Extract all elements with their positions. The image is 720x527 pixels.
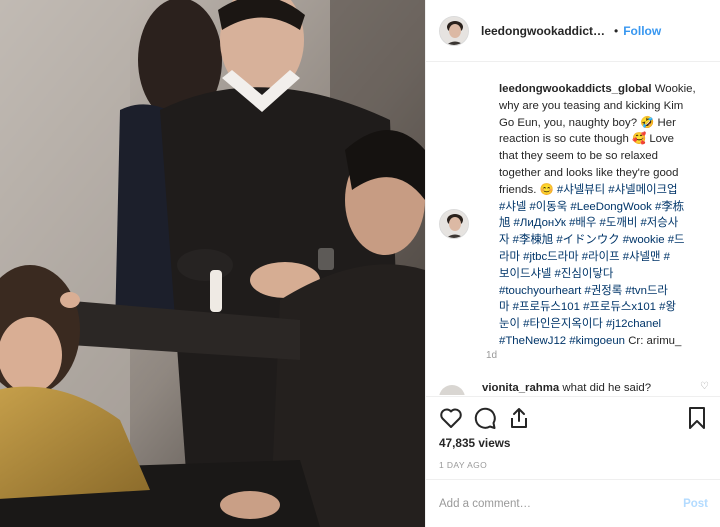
heart-icon[interactable] — [438, 405, 464, 431]
caption-line: reaction is so cute though 🥰 Love — [499, 133, 675, 146]
commenter-username[interactable]: vionita_rahma — [482, 382, 559, 394]
hashtag-line[interactable]: 마 #프로듀스101 #프로듀스x101 #왕 — [499, 301, 676, 313]
hashtag-line[interactable]: #샤넬뷰티 #샤넬메이크업 — [557, 184, 678, 196]
comment-like-icon[interactable]: ♡ — [700, 381, 709, 392]
caption-avatar[interactable] — [439, 209, 469, 239]
follow-button[interactable]: Follow — [623, 24, 661, 38]
hashtag-line[interactable]: 旭 #ЛиДонУк #배우 #도깨비 #저승사 — [499, 217, 678, 229]
post-video[interactable] — [0, 0, 425, 527]
post-side-panel: leedongwookaddicts_glob • Follow leedong… — [425, 0, 720, 527]
comment-item: vionita_rahma what did he said? ♡ — [439, 381, 709, 395]
caption-comment: leedongwookaddicts_global Wookie, why ar… — [439, 81, 709, 350]
comment-body: what did he said? — [562, 382, 652, 394]
caption-credit: Cr: arimu_ — [628, 334, 682, 347]
caption-line: Wookie, — [654, 83, 696, 95]
hashtag-line[interactable]: #TheNewJ12 #kimgoeun — [499, 335, 625, 347]
action-bar — [426, 396, 720, 436]
bookmark-icon[interactable] — [684, 405, 710, 431]
separator-dot: • — [614, 23, 619, 38]
hashtag-line[interactable]: 눈이 #타인은지옥이다 #j12chanel — [499, 318, 661, 330]
post-comment-button[interactable]: Post — [683, 498, 708, 510]
hashtag-line[interactable]: #샤넬 #이동욱 #LeeDongWook #李栋 — [499, 201, 684, 213]
video-frame — [0, 0, 425, 527]
instagram-post-view: leedongwookaddicts_glob • Follow leedong… — [0, 0, 720, 527]
caption-line: Go Eun, you, naughty boy? 🤣 Her — [499, 116, 676, 129]
post-date[interactable]: 1 DAY AGO — [439, 460, 487, 470]
commenter-avatar[interactable] — [439, 385, 465, 395]
comment-input[interactable] — [439, 497, 684, 510]
comment-icon[interactable] — [472, 405, 498, 431]
share-icon[interactable] — [506, 405, 532, 431]
view-count[interactable]: 47,835 views — [439, 436, 511, 450]
hashtag-line[interactable]: 보이드샤넬 #진심이닿다 — [499, 268, 613, 280]
hashtag-line[interactable]: 라마 #jtbc드라마 #라이프 #샤넬맨 # — [499, 251, 670, 263]
hashtag-line[interactable]: #touchyourheart #권정록 #tvn드라 — [499, 285, 668, 297]
caption-text: leedongwookaddicts_global Wookie, why ar… — [499, 81, 709, 350]
hashtag-line[interactable]: 자 #李棟旭 #イドンウク #wookie #드 — [499, 234, 685, 246]
caption-line: together and looks like they're good — [499, 166, 679, 179]
add-comment-bar: Post — [426, 479, 720, 527]
caption-timestamp[interactable]: 1d — [486, 350, 497, 361]
author-username[interactable]: leedongwookaddicts_glob — [481, 24, 609, 38]
comments-list[interactable]: leedongwookaddicts_global Wookie, why ar… — [426, 63, 720, 395]
author-avatar[interactable] — [439, 15, 469, 46]
post-header: leedongwookaddicts_glob • Follow — [426, 0, 720, 62]
caption-line: that they seem to be so relaxed — [499, 150, 658, 163]
caption-line: why are you teasing and kicking Kim — [499, 99, 684, 112]
comment-text: vionita_rahma what did he said? — [482, 381, 651, 395]
caption-username[interactable]: leedongwookaddicts_global — [499, 83, 652, 95]
caption-line: friends. 😊 — [499, 183, 554, 196]
